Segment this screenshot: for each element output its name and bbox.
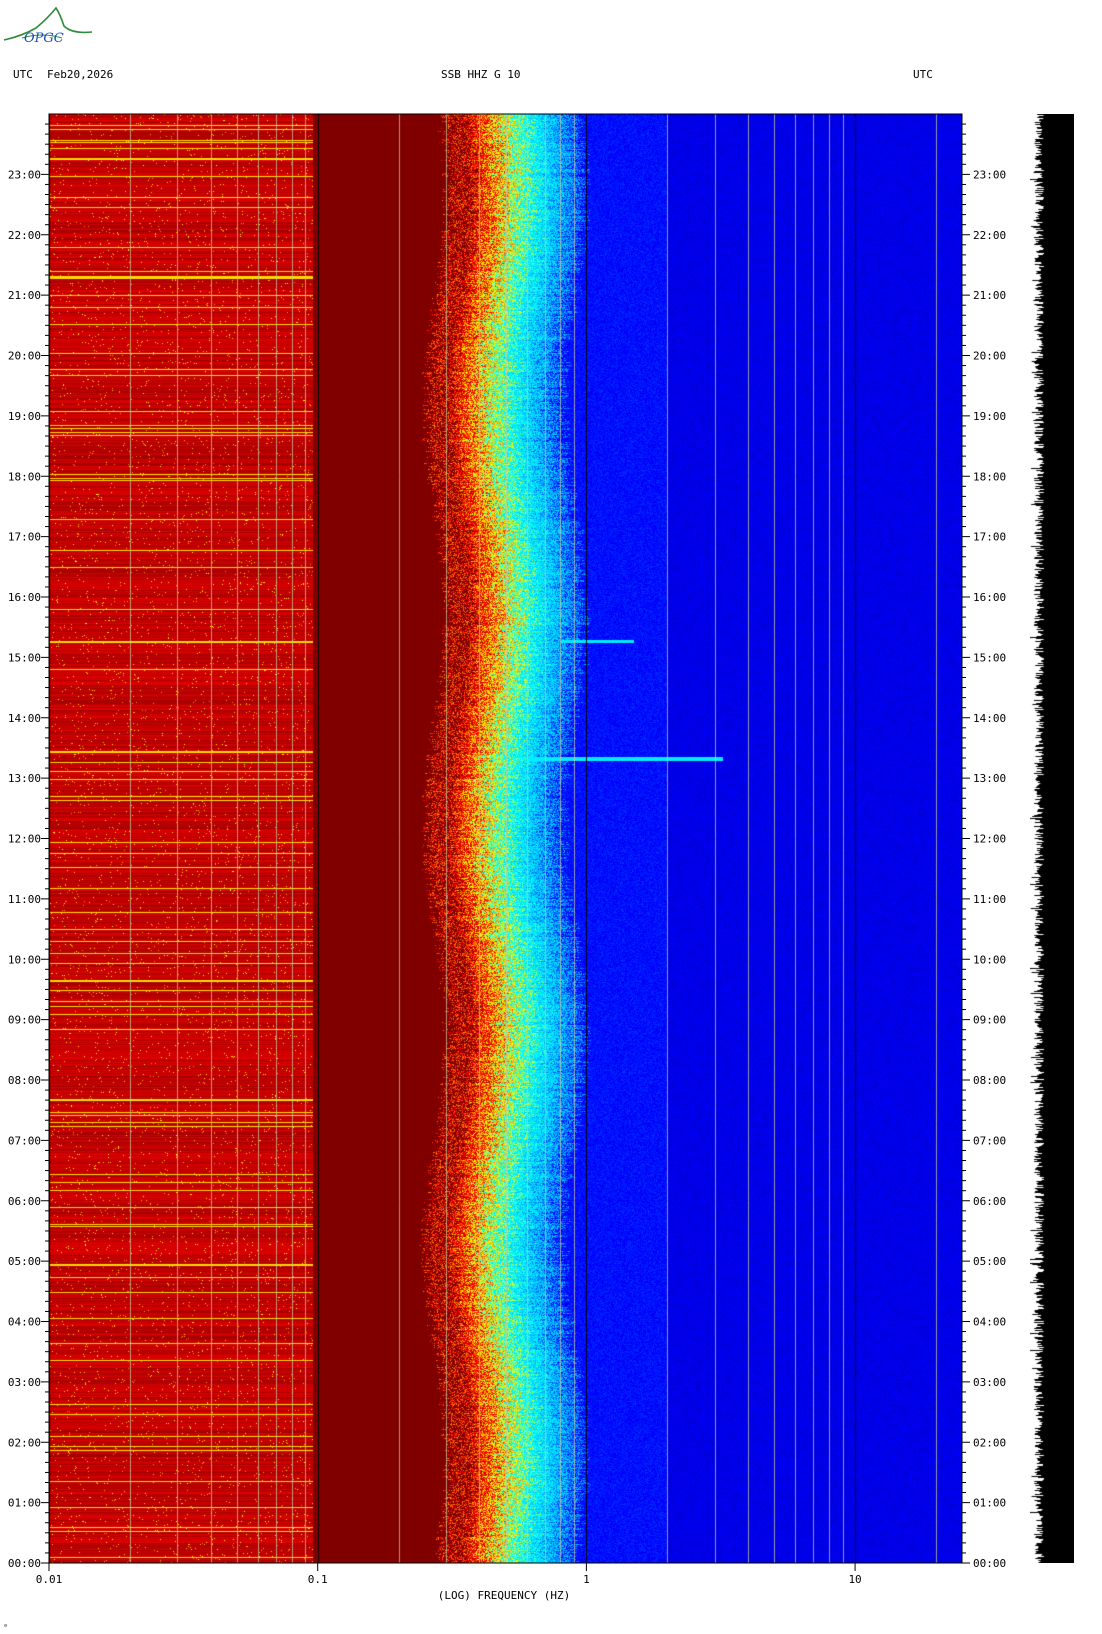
right-timezone-label: UTC: [913, 68, 933, 81]
y-tick-label: 04:00: [973, 1316, 1006, 1329]
y-tick-label: 04:00: [8, 1316, 41, 1329]
y-tick-label: 03:00: [973, 1376, 1006, 1389]
amplitude-trace: [1030, 114, 1074, 1563]
y-tick-label: 21:00: [973, 289, 1006, 302]
y-tick-label: 06:00: [973, 1195, 1006, 1208]
y-tick-label: 10:00: [8, 953, 41, 966]
y-tick-label: 15:00: [8, 651, 41, 664]
y-tick-label: 20:00: [8, 350, 41, 363]
y-tick-label: 22:00: [8, 229, 41, 242]
y-tick-label: 02:00: [8, 1436, 41, 1449]
logo-text: OPGC: [24, 31, 64, 46]
y-tick-label: 13:00: [8, 772, 41, 785]
y-tick-label: 23:00: [8, 168, 41, 181]
x-tick-label: 1: [583, 1573, 590, 1586]
y-tick-label: 18:00: [8, 470, 41, 483]
mountain-logo-icon: OPGC: [3, 6, 93, 46]
y-tick-label: 01:00: [973, 1497, 1006, 1510]
x-tick-label: 0.01: [36, 1573, 63, 1586]
y-tick-label: 16:00: [973, 591, 1006, 604]
y-tick-label: 07:00: [973, 1134, 1006, 1147]
y-tick-label: 18:00: [973, 470, 1006, 483]
y-tick-label: 15:00: [973, 651, 1006, 664]
y-tick-label: 05:00: [973, 1255, 1006, 1268]
y-tick-label: 01:00: [8, 1497, 41, 1510]
y-tick-label: 20:00: [973, 350, 1006, 363]
y-tick-label: 23:00: [973, 168, 1006, 181]
y-tick-label: 12:00: [8, 833, 41, 846]
y-tick-label: 00:00: [973, 1557, 1006, 1570]
left-timezone-label: UTC: [13, 68, 33, 81]
y-tick-label: 21:00: [8, 289, 41, 302]
y-tick-label: 07:00: [8, 1134, 41, 1147]
y-tick-label: 11:00: [8, 893, 41, 906]
y-tick-label: 08:00: [8, 1074, 41, 1087]
y-tick-label: 14:00: [973, 712, 1006, 725]
spectrogram-heatmap: [49, 114, 962, 1563]
y-tick-label: 22:00: [973, 229, 1006, 242]
y-tick-label: 10:00: [973, 953, 1006, 966]
x-axis-label: (LOG) FREQUENCY (HZ): [438, 1589, 570, 1602]
y-tick-label: 08:00: [973, 1074, 1006, 1087]
y-tick-label: 13:00: [973, 772, 1006, 785]
y-tick-label: 14:00: [8, 712, 41, 725]
y-tick-label: 05:00: [8, 1255, 41, 1268]
y-tick-label: 06:00: [8, 1195, 41, 1208]
y-tick-label: 17:00: [973, 531, 1006, 544]
y-tick-label: 19:00: [973, 410, 1006, 423]
y-tick-label: 00:00: [8, 1557, 41, 1570]
y-tick-label: 12:00: [973, 833, 1006, 846]
y-tick-label: 19:00: [8, 410, 41, 423]
footer-mark: ᵃ: [3, 1622, 8, 1631]
x-tick-label: 10: [848, 1573, 861, 1586]
y-axis-right: 00:00 01:00 02:00 03:00 04:00 05:00 06:00 07:00…: [962, 123, 1006, 1570]
y-tick-label: 16:00: [8, 591, 41, 604]
y-tick-label: 17:00: [8, 531, 41, 544]
y-axis-left: 00:00 01:00 02:00 03:00 04:00 05:00 06:00 07:00…: [8, 123, 49, 1570]
y-tick-label: 11:00: [973, 893, 1006, 906]
date-label: Feb20,2026: [47, 68, 114, 81]
y-tick-label: 03:00: [8, 1376, 41, 1389]
x-axis: 0.01 0.1 1 10: [36, 1563, 862, 1586]
station-title: SSB HHZ G 10: [441, 68, 521, 81]
y-tick-label: 09:00: [973, 1014, 1006, 1027]
x-tick-label: 0.1: [308, 1573, 328, 1586]
y-tick-label: 09:00: [8, 1014, 41, 1027]
y-tick-label: 02:00: [973, 1436, 1006, 1449]
